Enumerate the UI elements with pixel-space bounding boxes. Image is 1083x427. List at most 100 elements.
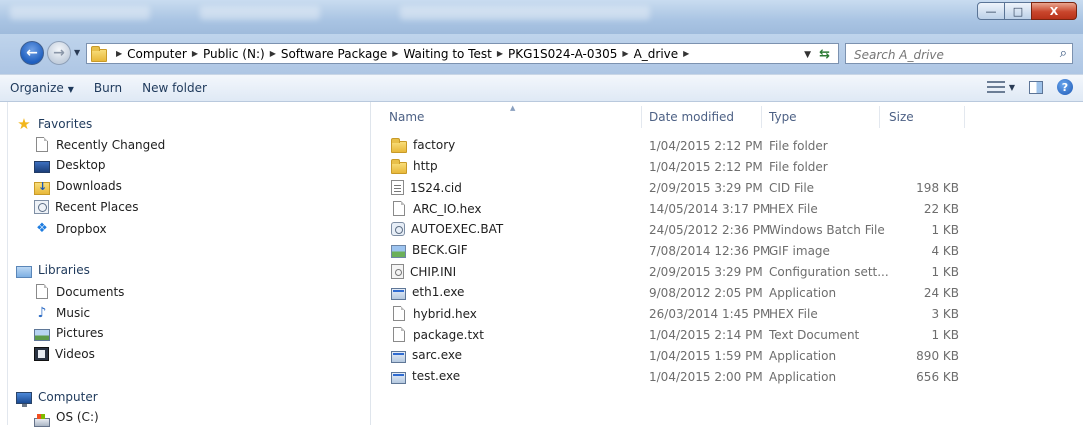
breadcrumb-arrow-icon[interactable]: ▶ [683,49,689,58]
sidebar-item-downloads[interactable]: Downloads [34,179,122,195]
new-folder-button[interactable]: New folder [142,81,207,95]
file-type: File folder [769,160,828,174]
sidebar-group-libraries[interactable]: Libraries [16,263,90,278]
column-divider[interactable] [964,106,965,128]
breadcrumb-arrow-icon[interactable]: ▶ [392,49,398,58]
file-name: CHIP.INI [410,264,457,279]
column-divider[interactable] [761,106,762,128]
chevron-down-icon: ▼ [67,85,74,94]
sidebar-item-videos[interactable]: Videos [34,347,95,361]
file-type: HEX File [769,307,818,321]
breadcrumb-arrow-icon[interactable]: ▶ [192,49,198,58]
file-size: 22 KB [923,202,959,216]
file-date: 2/09/2015 3:29 PM [649,181,763,195]
sidebar-item-recent-places[interactable]: Recent Places [34,200,138,214]
file-row-autoexec-bat[interactable]: AUTOEXEC.BAT 24/05/2012 2:36 PM Windows … [371,220,971,241]
help-icon[interactable]: ? [1057,79,1073,95]
file-date: 26/03/2014 1:45 PM [649,307,771,321]
file-row-chip-ini[interactable]: CHIP.INI 2/09/2015 3:29 PM Configuration… [371,262,971,283]
file-name: AUTOEXEC.BAT [411,222,504,236]
sidebar-group-label: Computer [38,390,98,404]
image-file-icon [391,244,406,258]
search-icon[interactable]: ⌕ [1060,46,1067,61]
file-row-beck-gif[interactable]: BECK.GIF 7/08/2014 12:36 PM GIF image 4 … [371,241,971,262]
file-row-test-exe[interactable]: test.exe 1/04/2015 2:00 PM Application 6… [371,367,971,388]
close-button[interactable]: X [1031,2,1077,20]
sidebar-item-desktop[interactable]: Desktop [34,158,106,173]
column-header-type[interactable]: Type [769,110,797,124]
file-size: 4 KB [931,244,959,258]
batch-file-icon [391,222,405,236]
breadcrumb-computer[interactable]: Computer [127,47,187,61]
breadcrumb-arrow-icon[interactable]: ▶ [497,49,503,58]
breadcrumb-software-package[interactable]: Software Package [281,47,387,61]
back-button[interactable]: ← [20,41,44,65]
file-date: 1/04/2015 2:12 PM [649,139,763,153]
column-header-name[interactable]: Name [389,110,424,124]
sidebar-item-dropbox[interactable]: ❖ Dropbox [34,221,107,237]
organize-label: Organize [10,81,64,95]
sidebar-item-pictures[interactable]: Pictures [34,326,104,341]
pictures-icon [34,329,50,341]
file-row-http[interactable]: http 1/04/2015 2:12 PM File folder [371,157,971,178]
file-date: 24/05/2012 2:36 PM [649,223,771,237]
breadcrumb-arrow-icon[interactable]: ▶ [622,49,628,58]
sidebar-item-documents[interactable]: Documents [34,284,124,299]
breadcrumb-pkg[interactable]: PKG1S024-A-0305 [508,47,617,61]
recent-pages-dropdown-icon[interactable]: ▼ [74,48,80,57]
burn-button[interactable]: Burn [94,81,122,95]
column-header-date-modified[interactable]: Date modified [649,110,734,124]
search-input[interactable] [852,45,1046,64]
blurred-title-area [200,6,320,20]
file-row-arc-io-hex[interactable]: ARC_IO.hex 14/05/2014 3:17 PM HEX File 2… [371,199,971,220]
breadcrumb-a-drive[interactable]: A_drive [634,47,679,61]
sidebar-group-favorites[interactable]: ★ Favorites [16,116,92,132]
sidebar-item-recently-changed[interactable]: Recently Changed [34,137,165,152]
sidebar-item-music[interactable]: ♪ Music [34,305,91,321]
file-name: package.txt [413,327,484,342]
sidebar-item-label: Dropbox [56,222,107,236]
sidebar-group-computer[interactable]: Computer [16,390,98,407]
navigation-bar: ← → ▼ ▶ Computer ▶ Public (N:) ▶ Softwar… [0,34,1083,74]
breadcrumb-waiting-to-test[interactable]: Waiting to Test [403,47,491,61]
file-row-eth1-exe[interactable]: eth1.exe 9/08/2012 2:05 PM Application 2… [371,283,971,304]
documents-icon [36,284,48,299]
file-size: 656 KB [916,370,959,384]
forward-button[interactable]: → [47,41,71,65]
preview-pane-icon[interactable] [1029,80,1043,94]
breadcrumb-public[interactable]: Public (N:) [203,47,265,61]
breadcrumb-arrow-icon[interactable]: ▶ [116,49,122,58]
change-view-button[interactable]: ▼ [986,80,1015,94]
file-size: 198 KB [916,181,959,195]
chevron-down-icon: ▼ [1008,82,1015,92]
file-type: Application [769,286,837,300]
desktop-icon [34,161,50,173]
sidebar-item-label: Desktop [56,158,106,172]
column-divider[interactable] [641,106,642,128]
file-row-package-txt[interactable]: package.txt 1/04/2015 2:14 PM Text Docum… [371,325,971,346]
file-row-sarc-exe[interactable]: sarc.exe 1/04/2015 1:59 PM Application 8… [371,346,971,367]
refresh-icon[interactable]: ⇆ [819,47,830,62]
breadcrumb-arrow-icon[interactable]: ▶ [270,49,276,58]
column-header-size[interactable]: Size [889,110,914,124]
file-row-factory[interactable]: factory 1/04/2015 2:12 PM File folder [371,136,971,157]
libraries-icon [16,266,32,278]
file-name: http [413,159,438,173]
file-row-hybrid-hex[interactable]: hybrid.hex 26/03/2014 1:45 PM HEX File 3… [371,304,971,325]
organize-menu[interactable]: Organize ▼ [10,81,74,95]
search-box[interactable]: ⌕ [845,43,1073,64]
address-bar[interactable]: ▶ Computer ▶ Public (N:) ▶ Software Pack… [86,43,839,64]
star-icon: ★ [17,115,31,133]
downloads-icon [34,180,50,195]
sidebar-group-label: Favorites [38,117,93,131]
column-divider[interactable] [879,106,880,128]
file-list: ▲ Name Date modified Type Size factory 1… [371,102,1083,425]
file-row-1s24-cid[interactable]: 1S24.cid 2/09/2015 3:29 PM CID File 198 … [371,178,971,199]
address-history-dropdown-icon[interactable]: ▼ [804,50,811,60]
minimize-button[interactable]: — [977,2,1005,20]
file-name: 1S24.cid [410,180,462,195]
music-icon: ♪ [37,305,47,321]
maximize-button[interactable]: □ [1004,2,1032,20]
sidebar-item-os-drive[interactable]: OS (C:) [34,410,99,427]
file-type: File folder [769,139,828,153]
